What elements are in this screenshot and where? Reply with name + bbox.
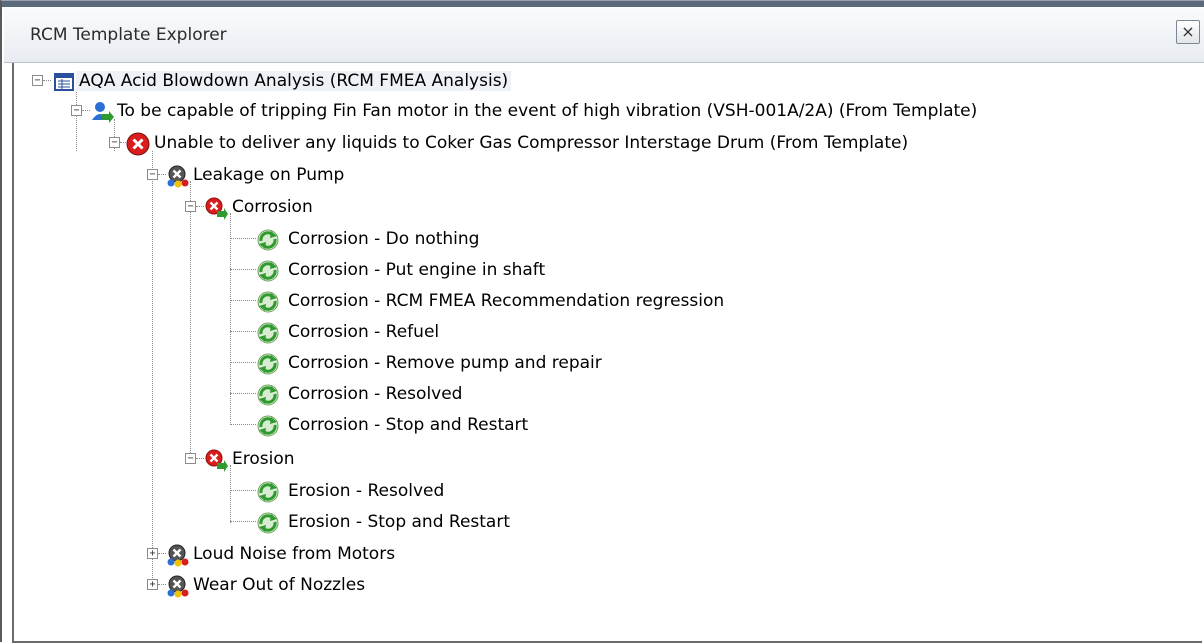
red-x-arrow-icon: [204, 448, 228, 472]
tree-node-action[interactable]: Corrosion - RCM FMEA Recommendation regr…: [14, 287, 814, 317]
gray-x-dots-icon: [166, 164, 190, 188]
tree-node-action[interactable]: Corrosion - Put engine in shaft: [14, 256, 714, 286]
failure-mode-label: Loud Noise from Motors: [193, 544, 396, 564]
tree-connector: [230, 362, 256, 363]
green-refresh-icon: [256, 480, 280, 504]
tree-node-analysis[interactable]: − AQA Acid Blowdown Analysis (RCM FMEA A…: [14, 67, 714, 97]
tree-connector: [158, 584, 166, 585]
tree-node-functional-failure[interactable]: − Unable to deliver any liquids to Coker…: [14, 129, 1114, 159]
tree-connector: [196, 458, 204, 459]
green-refresh-icon: [256, 511, 280, 535]
green-refresh-icon: [256, 414, 280, 438]
tree-connector: [230, 300, 256, 301]
tree-node-action[interactable]: Corrosion - Resolved: [14, 380, 714, 410]
tree-connector: [196, 206, 204, 207]
green-refresh-icon: [256, 259, 280, 283]
action-label: Corrosion - Remove pump and repair: [288, 353, 602, 373]
rcm-template-explorer-panel: RCM Template Explorer × − AQA Acid Blowd…: [0, 0, 1204, 643]
expand-toggle[interactable]: +: [147, 579, 158, 590]
green-refresh-icon: [256, 290, 280, 314]
tree-connector: [230, 521, 256, 522]
tree-connector: [230, 424, 256, 425]
red-x-circle-icon: [126, 132, 150, 156]
tree-connector: [230, 331, 256, 332]
collapse-toggle[interactable]: −: [185, 201, 196, 212]
tree-connector: [43, 80, 51, 81]
collapse-toggle[interactable]: −: [147, 169, 158, 180]
green-refresh-icon: [256, 321, 280, 345]
tree-view[interactable]: − AQA Acid Blowdown Analysis (RCM FMEA A…: [12, 63, 1202, 643]
analysis-label: AQA Acid Blowdown Analysis (RCM FMEA Ana…: [76, 71, 512, 91]
tree-connector: [158, 174, 166, 175]
green-refresh-icon: [256, 383, 280, 407]
tree-connector: [230, 269, 256, 270]
tree-connector: [230, 490, 256, 491]
tree-node-action[interactable]: Corrosion - Refuel: [14, 318, 714, 348]
panel-title: RCM Template Explorer: [30, 25, 227, 45]
tree-node-function[interactable]: − To be capable of tripping Fin Fan moto…: [14, 97, 1194, 127]
collapse-toggle[interactable]: −: [32, 75, 43, 86]
action-label: Corrosion - Resolved: [288, 384, 463, 404]
gray-x-dots-icon: [166, 543, 190, 567]
failure-mode-label: Wear Out of Nozzles: [193, 575, 366, 595]
action-label: Corrosion - Put engine in shaft: [288, 260, 546, 280]
green-refresh-icon: [256, 228, 280, 252]
tree-node-failure-mode[interactable]: − Leakage on Pump: [14, 161, 414, 191]
function-label: To be capable of tripping Fin Fan motor …: [117, 101, 978, 121]
green-refresh-icon: [256, 352, 280, 376]
expand-toggle[interactable]: +: [147, 548, 158, 559]
blue-person-arrow-icon: [90, 100, 114, 124]
failure-mode-label: Leakage on Pump: [193, 165, 345, 185]
close-button[interactable]: ×: [1176, 20, 1200, 44]
cause-label: Erosion: [232, 449, 295, 469]
cause-label: Corrosion: [232, 197, 313, 217]
close-icon: ×: [1181, 22, 1195, 41]
action-label: Corrosion - Refuel: [288, 322, 440, 342]
tree-node-action[interactable]: Corrosion - Stop and Restart: [14, 411, 714, 441]
action-label: Corrosion - Stop and Restart: [288, 415, 529, 435]
tree-connector: [230, 238, 256, 239]
tree-node-failure-mode[interactable]: + Wear Out of Nozzles: [14, 571, 514, 601]
collapse-toggle[interactable]: −: [71, 105, 82, 116]
red-x-arrow-icon: [204, 196, 228, 220]
panel-header: RCM Template Explorer ×: [4, 7, 1204, 63]
tree-node-action[interactable]: Corrosion - Do nothing: [14, 225, 714, 255]
gray-x-dots-icon: [166, 574, 190, 598]
functional-failure-label: Unable to deliver any liquids to Coker G…: [154, 133, 909, 153]
collapse-toggle[interactable]: −: [109, 137, 120, 148]
tree-connector: [230, 393, 256, 394]
tree-node-cause[interactable]: − Erosion: [14, 445, 414, 475]
tree-node-action[interactable]: Erosion - Resolved: [14, 477, 714, 507]
action-label: Corrosion - Do nothing: [288, 229, 480, 249]
action-label: Erosion - Stop and Restart: [288, 512, 510, 532]
tree-node-action[interactable]: Corrosion - Remove pump and repair: [14, 349, 714, 379]
tree-node-cause[interactable]: − Corrosion: [14, 193, 414, 223]
action-label: Erosion - Resolved: [288, 481, 445, 501]
collapse-toggle[interactable]: −: [185, 453, 196, 464]
table-doc-icon: [52, 70, 76, 94]
tree-connector: [82, 110, 90, 111]
action-label: Corrosion - RCM FMEA Recommendation regr…: [288, 291, 725, 311]
tree-node-failure-mode[interactable]: + Loud Noise from Motors: [14, 540, 514, 570]
tree-connector: [158, 553, 166, 554]
tree-node-action[interactable]: Erosion - Stop and Restart: [14, 508, 714, 538]
